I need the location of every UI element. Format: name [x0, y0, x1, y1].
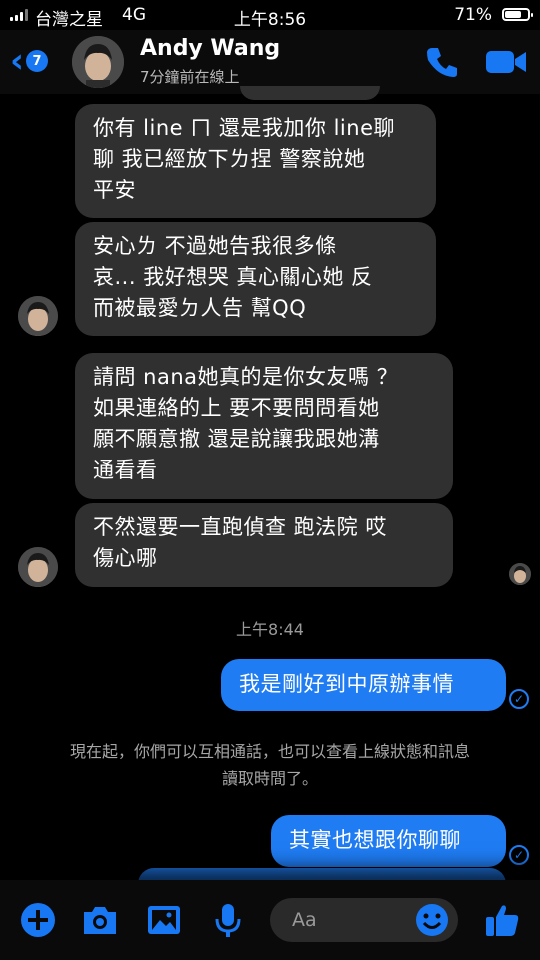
gallery-icon — [148, 906, 180, 934]
seen-by-avatar — [509, 563, 531, 585]
back-button[interactable]: ‹ 7 — [10, 44, 62, 78]
system-notice: 現在起，你們可以互相通話，也可以查看上線狀態和訊息 讀取時間了。 — [69, 742, 470, 788]
incoming-message[interactable]: 不然還要一直跑偵查 跑法院 哎 傷心哪 — [75, 503, 453, 587]
message-input[interactable] — [270, 898, 410, 942]
battery-percentage: 71% — [454, 5, 492, 25]
partial-message-bubble — [240, 86, 380, 100]
chat-header: ‹ 7 Andy Wang 7分鐘前在線上 — [0, 30, 540, 94]
incoming-message[interactable]: 請問 nana她真的是你女友嗎 ？ 如果連絡的上 要不要問問看她 願不願意撤 還… — [75, 353, 453, 499]
more-actions-button[interactable] — [18, 900, 58, 940]
read-receipt-icon: ✓ — [509, 845, 529, 865]
avatar-photo-icon — [18, 547, 58, 587]
sender-avatar[interactable] — [18, 296, 58, 336]
gallery-button[interactable] — [144, 900, 184, 940]
plus-icon — [21, 903, 55, 937]
voice-message-button[interactable] — [208, 900, 248, 940]
status-bar: 台灣之星 4G 上午8:56 71% — [0, 0, 540, 30]
video-camera-icon — [486, 51, 526, 73]
incoming-message[interactable]: 你有 line ㄇ 還是我加你 line聊 聊 我已經放下ㄌ捏 警察說她 平安 — [75, 104, 436, 218]
camera-button[interactable] — [80, 900, 120, 940]
composer-toolbar — [0, 880, 540, 960]
message-composer — [270, 898, 458, 942]
avatar-photo-icon — [18, 296, 58, 336]
unread-count-badge: 7 — [26, 50, 49, 72]
emoji-icon — [416, 904, 448, 936]
video-call-button[interactable] — [484, 44, 528, 80]
contact-name[interactable]: Andy Wang — [140, 36, 280, 61]
microphone-icon — [215, 904, 241, 937]
phone-icon — [427, 48, 457, 77]
thumbs-up-icon — [486, 905, 519, 936]
incoming-message[interactable]: 安心ㄌ 不過她告我很多條 哀... 我好想哭 真心關心她 反 而被最愛ㄉ人告 幫… — [75, 222, 436, 336]
camera-icon — [84, 907, 116, 934]
voice-call-button[interactable] — [422, 42, 462, 82]
contact-online-status: 7分鐘前在線上 — [140, 68, 240, 86]
avatar-photo-icon — [72, 36, 124, 88]
like-button[interactable] — [482, 900, 522, 940]
outgoing-message[interactable]: 其實也想跟你聊聊 — [271, 815, 506, 867]
read-receipt-icon: ✓ — [509, 689, 529, 709]
battery-icon — [502, 8, 533, 21]
avatar-photo-icon — [509, 563, 531, 585]
message-timestamp: 上午8:44 — [236, 620, 304, 639]
sender-avatar[interactable] — [18, 547, 58, 587]
outgoing-message[interactable]: 我是剛好到中原辦事情 — [221, 659, 506, 711]
emoji-button[interactable] — [414, 902, 450, 938]
back-chevron-icon: ‹ — [10, 41, 25, 81]
contact-avatar[interactable] — [72, 36, 124, 88]
